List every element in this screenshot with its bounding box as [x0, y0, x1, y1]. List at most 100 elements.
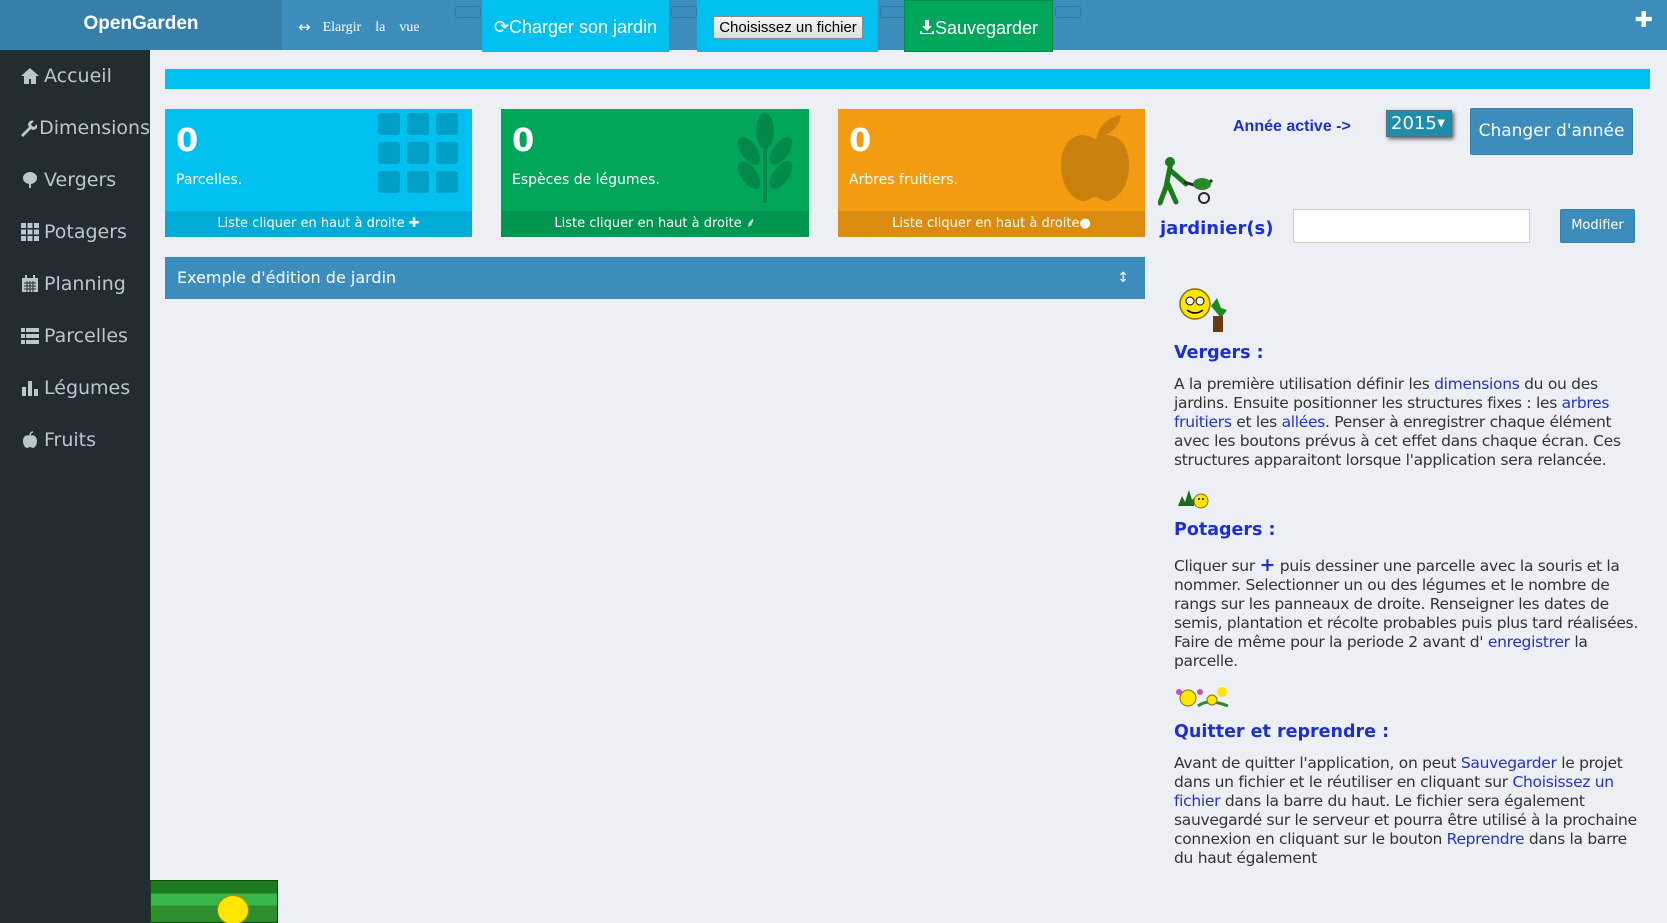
help-quitter-text: Avant de quitter l'application, on peut …	[1174, 754, 1649, 868]
resume-link[interactable]: Reprendre	[1447, 830, 1525, 848]
gardener-wheelbarrow-icon	[1158, 157, 1214, 206]
grid-icon	[18, 223, 42, 241]
sidebar-item-planning[interactable]: Planning	[0, 258, 150, 310]
parcelles-stat-box: 0 Parcelles. Liste cliquer en haut à dro…	[165, 109, 472, 237]
wrench-icon	[18, 119, 37, 137]
sidebar-item-label: Dimensions	[39, 117, 150, 139]
save-link[interactable]: Sauvegarder	[1461, 754, 1557, 772]
parcelles-label: Parcelles.	[176, 172, 243, 188]
grain-icon	[737, 113, 793, 203]
sidebar-item-label: Accueil	[44, 65, 112, 87]
choose-file-button[interactable]: Choisissez un fichier	[713, 16, 863, 39]
year-select-value: 2015	[1391, 113, 1437, 134]
up-down-arrows-icon[interactable]: ↕	[1117, 257, 1129, 299]
change-year-button[interactable]: Changer d'année	[1470, 108, 1633, 155]
garden-edit-panel-header[interactable]: Exemple d'édition de jardin ↕	[165, 257, 1145, 299]
paths-link[interactable]: allées	[1282, 413, 1326, 431]
gardener-animation-image	[150, 880, 278, 923]
sidebar-item-potagers[interactable]: Potagers	[0, 206, 150, 258]
toolbar-divider	[1055, 6, 1081, 18]
sidebar-item-label: Potagers	[44, 221, 127, 243]
arbres-stat-box: 0 Arbres fruitiers. Liste cliquer en hau…	[838, 109, 1145, 237]
sidebar-item-label: Vergers	[44, 169, 117, 191]
toolbar-divider	[455, 6, 481, 18]
parcelles-count: 0	[176, 121, 199, 159]
modify-button[interactable]: Modifier	[1560, 209, 1635, 243]
sidebar-item-dimensions[interactable]: Dimensions	[0, 102, 150, 154]
gardener-input[interactable]	[1293, 209, 1530, 243]
parcelles-footer-link[interactable]: Liste cliquer en haut à droite ✚	[165, 211, 472, 237]
legumes-count: 0	[512, 121, 535, 159]
footer-text: Liste cliquer en haut à droite	[892, 216, 1080, 231]
plant-smiley-icon	[1178, 490, 1209, 509]
help-text: et les	[1231, 413, 1282, 431]
arbres-count: 0	[849, 121, 872, 159]
gardener-label: jardinier(s)	[1160, 218, 1274, 239]
sidebar-item-label: Fruits	[44, 429, 97, 451]
progress-bar	[165, 69, 1650, 89]
save-plot-link[interactable]: enregistrer	[1488, 633, 1570, 651]
sidebar-item-legumes[interactable]: Légumes	[0, 362, 150, 414]
add-plot-link[interactable]: +	[1260, 554, 1276, 576]
sidebar: Accueil Dimensions Vergers Potagers Plan…	[0, 50, 150, 923]
grid-icon	[378, 113, 458, 193]
help-quitter-section: Quitter et reprendre : Avant de quitter …	[1174, 723, 1649, 868]
smiley-gardener-icon	[1179, 288, 1227, 332]
sidebar-item-vergers[interactable]: Vergers	[0, 154, 150, 206]
apple-icon	[18, 431, 42, 449]
panel-title: Exemple d'édition de jardin	[177, 268, 397, 287]
sidebar-item-label: Planning	[44, 273, 126, 295]
toolbar-divider	[880, 6, 906, 18]
sidebar-item-label: Légumes	[44, 377, 131, 399]
help-text: Cliquer sur	[1174, 557, 1260, 575]
dropdown-arrow-icon: ▼	[1437, 118, 1445, 129]
download-icon	[919, 20, 934, 34]
tree-icon: ●	[1079, 216, 1091, 231]
save-button[interactable]: Sauvegarder	[904, 0, 1053, 52]
widen-view-toggle[interactable]: ↔ Elargir la vue	[282, 0, 432, 50]
sidebar-item-fruits[interactable]: Fruits	[0, 414, 150, 466]
horizontal-arrows-icon: ↔	[298, 18, 311, 36]
load-garden-label: Charger son jardin	[509, 17, 658, 37]
bar-chart-icon	[18, 379, 42, 397]
legumes-stat-box: 0 Espèces de légumes. Liste cliquer en h…	[501, 109, 809, 237]
help-vergers-title: Vergers :	[1174, 343, 1264, 363]
sidebar-item-parcelles[interactable]: Parcelles	[0, 310, 150, 362]
help-potagers-text: Cliquer sur + puis dessiner une parcelle…	[1174, 556, 1649, 671]
widen-word: vue	[399, 20, 420, 35]
calendar-icon	[18, 275, 42, 293]
save-label: Sauvegarder	[934, 18, 1039, 38]
refresh-icon: ⟳	[493, 17, 509, 37]
arbres-label: Arbres fruitiers.	[849, 172, 958, 188]
list-icon	[18, 327, 42, 345]
home-icon	[18, 67, 42, 85]
brand-logo[interactable]: OpenGarden	[0, 0, 282, 50]
help-quitter-title: Quitter et reprendre :	[1174, 722, 1390, 742]
widen-word: la	[375, 20, 386, 35]
help-vergers-section: Vergers : A la première utilisation défi…	[1174, 344, 1649, 470]
help-text: Avant de quitter l'application, on peut	[1174, 754, 1461, 772]
plus-icon[interactable]: ✚	[1635, 8, 1653, 33]
top-navbar: OpenGarden ↔ Elargir la vue ⟳Charger son…	[0, 0, 1667, 52]
widen-word: Elargir	[322, 20, 362, 35]
active-year-label: Année active ->	[1233, 118, 1351, 135]
flowers-smiley-icon	[1176, 687, 1229, 708]
load-garden-button[interactable]: ⟳Charger son jardin	[482, 0, 669, 52]
help-potagers-section: Potagers : Cliquer sur + puis dessiner u…	[1174, 521, 1649, 671]
legumes-footer-link[interactable]: Liste cliquer en haut à droite ⸙	[501, 211, 809, 237]
dimensions-link[interactable]: dimensions	[1434, 375, 1520, 393]
year-select[interactable]: 2015 ▼	[1386, 110, 1452, 137]
help-text: A la première utilisation définir les	[1174, 375, 1435, 393]
help-potagers-title: Potagers :	[1174, 520, 1276, 540]
plus-icon: ✚	[408, 216, 420, 231]
arbres-footer-link[interactable]: Liste cliquer en haut à droite●	[838, 211, 1145, 237]
toolbar-divider	[671, 6, 697, 18]
sidebar-item-label: Parcelles	[44, 325, 128, 347]
grain-icon: ⸙	[745, 216, 756, 231]
footer-text: Liste cliquer en haut à droite	[217, 216, 405, 231]
legumes-label: Espèces de légumes.	[512, 172, 660, 188]
footer-text: Liste cliquer en haut à droite	[554, 216, 742, 231]
tree-icon	[18, 171, 42, 189]
sidebar-item-accueil[interactable]: Accueil	[0, 50, 150, 102]
apple-icon	[1061, 115, 1129, 201]
